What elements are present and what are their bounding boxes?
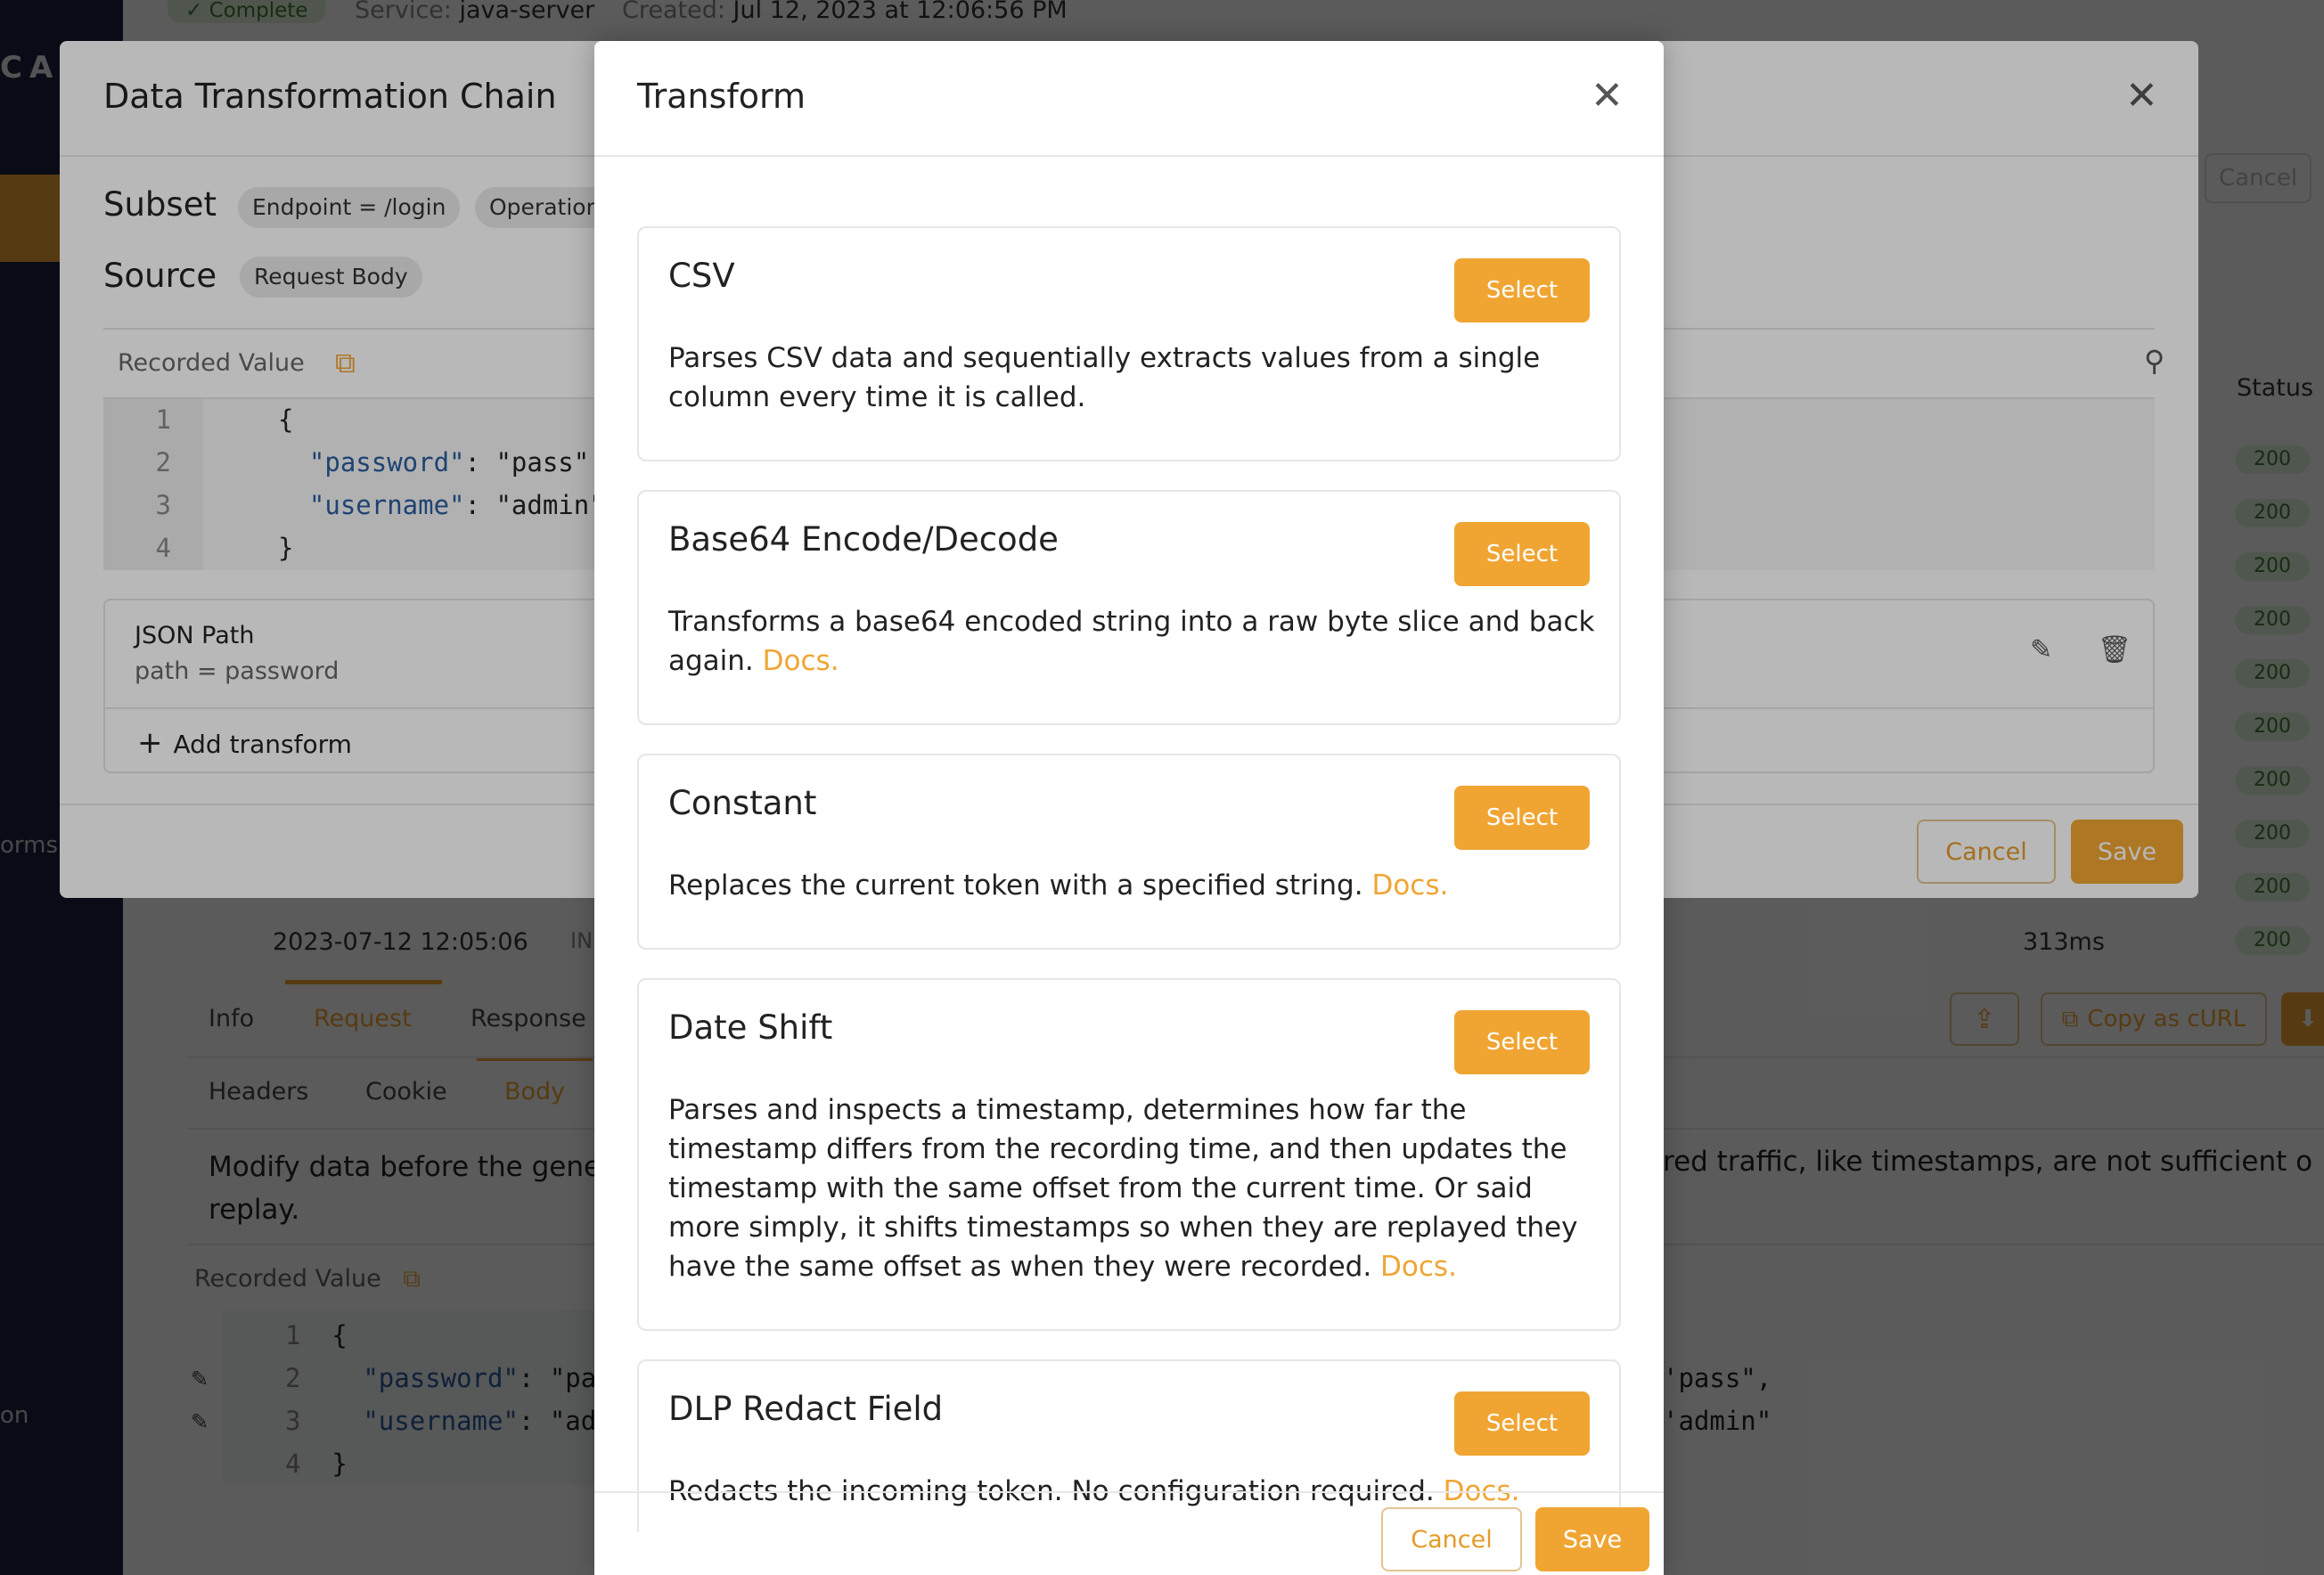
- card-title: Date Shift: [668, 1008, 833, 1047]
- modal-title: Transform: [637, 77, 806, 116]
- select-button[interactable]: Select: [1454, 786, 1590, 850]
- transform-card-base64: Base64 Encode/Decode Select Transforms a…: [637, 490, 1621, 725]
- transform-options-list[interactable]: CSV Select Parses CSV data and sequentia…: [594, 157, 1664, 1532]
- card-title: DLP Redact Field: [668, 1390, 944, 1428]
- transform-modal: Transform ✕ CSV Select Parses CSV data a…: [594, 41, 1664, 1575]
- divider: [594, 1491, 1664, 1493]
- docs-link[interactable]: Docs.: [1380, 1251, 1457, 1283]
- transform-card-dlp-redact-field: DLP Redact Field Select Redacts the inco…: [637, 1359, 1621, 1532]
- card-title: Base64 Encode/Decode: [668, 520, 1059, 559]
- card-description: Parses CSV data and sequentially extract…: [668, 342, 1541, 413]
- card-title: Constant: [668, 784, 817, 822]
- close-icon[interactable]: ✕: [1591, 77, 1624, 116]
- cancel-button[interactable]: Cancel: [1381, 1507, 1522, 1571]
- docs-link[interactable]: Docs.: [763, 645, 839, 677]
- select-button[interactable]: Select: [1454, 1010, 1590, 1074]
- transform-card-constant: Constant Select Replaces the current tok…: [637, 754, 1621, 950]
- save-button[interactable]: Save: [1535, 1507, 1649, 1571]
- docs-link[interactable]: Docs.: [1371, 869, 1448, 902]
- card-description: Transforms a base64 encoded string into …: [668, 606, 1595, 677]
- card-description: Parses and inspects a timestamp, determi…: [668, 1094, 1578, 1283]
- transform-card-date-shift: Date Shift Select Parses and inspects a …: [637, 978, 1621, 1331]
- select-button[interactable]: Select: [1454, 258, 1590, 322]
- transform-card-csv: CSV Select Parses CSV data and sequentia…: [637, 226, 1621, 461]
- select-button[interactable]: Select: [1454, 1391, 1590, 1456]
- card-description: Replaces the current token with a specif…: [668, 869, 1449, 902]
- select-button[interactable]: Select: [1454, 522, 1590, 586]
- card-title: CSV: [668, 257, 735, 295]
